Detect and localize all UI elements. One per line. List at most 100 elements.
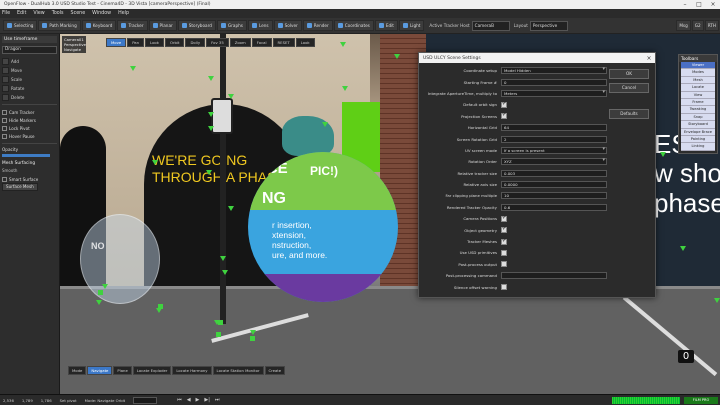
mode-plane[interactable]: Plane	[113, 366, 132, 375]
toolbar-button-g2[interactable]: G2	[691, 20, 704, 31]
nav-focal[interactable]: Focal	[251, 38, 272, 47]
layout-select[interactable]: Perspective	[529, 20, 568, 31]
tracker-marker[interactable]	[228, 206, 234, 211]
setting-checkbox[interactable]	[501, 112, 507, 120]
menu-scene[interactable]: Scene	[71, 11, 86, 16]
menu-edit[interactable]: Edit	[17, 11, 26, 16]
toolbar-item-modes[interactable]: Modes	[681, 69, 715, 77]
menu-tools[interactable]: Tools	[52, 11, 64, 16]
defaults-button[interactable]: Defaults	[609, 109, 649, 119]
toolbar-item-linking[interactable]: Linking	[681, 143, 715, 151]
tracker-point[interactable]	[216, 332, 221, 337]
mode-locate-station[interactable]: Locate Station Monitor	[212, 366, 264, 375]
toolbar-button-path-marking[interactable]: Path Marking	[38, 20, 81, 31]
active-tracker-select[interactable]: CameraB	[471, 20, 510, 31]
setting-checkbox[interactable]	[501, 226, 507, 234]
nav-look[interactable]: Look	[145, 38, 164, 47]
menu-window[interactable]: Window	[92, 11, 111, 16]
toolbar-item-view[interactable]: View	[681, 91, 715, 99]
toolbar-item-tweaking[interactable]: Tweaking	[681, 106, 715, 114]
checkbox[interactable]	[2, 125, 7, 131]
check-hide-markers[interactable]: Hide Markers	[2, 116, 57, 124]
toolbar-item-painting[interactable]: Painting	[681, 135, 715, 144]
tracker-marker[interactable]	[714, 298, 720, 303]
toolbar-item-viewer[interactable]: Viewer	[681, 62, 715, 70]
toolbar-button-selecting[interactable]: Selecting	[3, 20, 38, 31]
tracker-marker[interactable]	[206, 170, 212, 175]
setting-dropdown[interactable]: XYZ	[501, 158, 607, 166]
setting-checkbox[interactable]	[501, 284, 507, 291]
panel-row-rotate[interactable]: Rotate	[2, 84, 57, 92]
maximize-icon[interactable]: □	[692, 0, 706, 9]
checkbox[interactable]	[2, 109, 7, 115]
tracker-point[interactable]	[218, 320, 223, 325]
mode-locate-exploder[interactable]: Locate Exploder	[132, 366, 172, 375]
mode-locate-harmony[interactable]: Locate Harmony	[172, 366, 212, 375]
menu-file[interactable]: File	[2, 11, 10, 16]
tracker-marker[interactable]	[208, 76, 214, 81]
tracker-marker[interactable]	[394, 54, 400, 59]
nav-reset[interactable]: RESET	[272, 38, 295, 47]
setting-checkbox[interactable]	[501, 238, 507, 245]
tracker-marker[interactable]	[130, 66, 136, 71]
nav-dolly[interactable]: Dolly	[185, 38, 206, 47]
setting-dropdown[interactable]: If a screen is present	[501, 146, 607, 154]
toolbar-item-frame[interactable]: Frame	[681, 98, 715, 107]
nav-move[interactable]: Move	[106, 38, 127, 47]
checkbox[interactable]	[2, 176, 7, 182]
check-hover-pause[interactable]: Hover Pause	[2, 132, 57, 140]
ok-button[interactable]: OK	[609, 69, 649, 79]
tracker-marker[interactable]	[322, 122, 328, 127]
cancel-button[interactable]: Cancel	[609, 83, 649, 93]
setting-input[interactable]: 0.0000	[501, 181, 607, 189]
timeline-waveform[interactable]	[612, 397, 680, 404]
tracker-marker[interactable]	[250, 330, 256, 335]
tracker-marker[interactable]	[680, 246, 686, 251]
menu-help[interactable]: Help	[118, 11, 129, 16]
next-frame-icon[interactable]: ▶|	[204, 397, 210, 403]
tracker-marker[interactable]	[228, 94, 234, 99]
setting-input[interactable]: 64	[501, 124, 607, 132]
toolbar-button-edit[interactable]: Edit	[374, 20, 398, 31]
setting-dropdown[interactable]: Model Hidden	[501, 67, 607, 75]
toolbar-button-solver[interactable]: Solver	[273, 20, 302, 31]
nav-orbit[interactable]: Orbit	[164, 38, 185, 47]
setting-checkbox[interactable]	[501, 101, 507, 108]
checkbox[interactable]	[2, 117, 7, 123]
setting-input[interactable]: 0	[501, 78, 607, 86]
setting-input[interactable]: 2	[501, 135, 607, 143]
tracker-point[interactable]	[250, 336, 255, 341]
large-sphere-object[interactable]: NCE PIC!) NG r insertion, xtension, nstr…	[248, 152, 398, 302]
first-frame-icon[interactable]: ⏮	[177, 397, 182, 403]
close-icon[interactable]: ×	[706, 0, 720, 9]
surface-mesh-button[interactable]: Surface Mesh	[2, 183, 38, 191]
nav-pan[interactable]: Pan	[127, 38, 145, 47]
toolbar-button-lens[interactable]: Lens	[247, 20, 273, 31]
setting-input[interactable]: 0.6	[501, 203, 607, 211]
panel-row-move[interactable]: Move	[2, 66, 57, 74]
panel-row-add[interactable]: Add	[2, 57, 57, 65]
check-cam-tracker[interactable]: Cam Tracker	[2, 108, 57, 116]
tracker-marker[interactable]	[208, 112, 214, 117]
frame-field[interactable]	[133, 396, 158, 404]
play-icon[interactable]: ▶	[196, 397, 200, 403]
toolbar-button-keyboard[interactable]: Keyboard	[81, 20, 117, 31]
toolbar-item-locate[interactable]: Locate	[681, 84, 715, 92]
toolbar-item-envelope[interactable]: Envelope Brace	[681, 128, 715, 136]
tracker-marker[interactable]	[222, 270, 228, 275]
small-sphere-object[interactable]: NO	[80, 214, 160, 304]
prev-frame-icon[interactable]: ◀	[187, 397, 191, 403]
mode-create[interactable]: Create	[264, 366, 286, 375]
menu-view[interactable]: View	[33, 11, 44, 16]
check-lock-pivot[interactable]: Lock Pivot	[2, 124, 57, 132]
tracker-marker[interactable]	[342, 86, 348, 91]
setting-input[interactable]: 0.003	[501, 169, 607, 177]
toolbar-button-light[interactable]: Light	[398, 20, 425, 31]
tracker-marker[interactable]	[220, 256, 226, 261]
tracker-marker[interactable]	[208, 126, 214, 131]
tracker-marker[interactable]	[152, 160, 158, 165]
tracker-marker[interactable]	[96, 300, 102, 305]
setting-checkbox[interactable]	[501, 249, 507, 256]
toolbar-button-graphs[interactable]: Graphs	[216, 20, 247, 31]
dialog-close-icon[interactable]: ×	[643, 55, 655, 62]
